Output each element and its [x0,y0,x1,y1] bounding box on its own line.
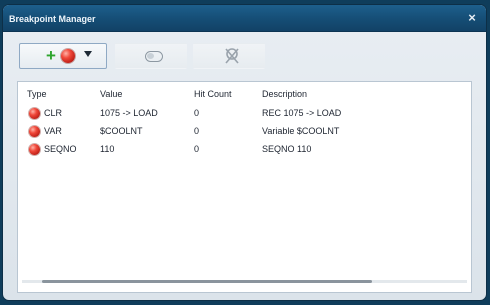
column-header-description[interactable]: Description [262,89,307,99]
add-breakpoint-button[interactable]: + [19,43,107,69]
description-cell: Variable $COOLNT [262,126,340,136]
breakpoint-icon [29,144,40,155]
delete-breakpoint-button[interactable] [193,43,265,69]
breakpoint-manager-window: Breakpoint Manager × + Type Value Hit Co… [2,4,487,301]
list-item[interactable]: SEQNO 110 0 SEQNO 110 [18,142,471,158]
plus-icon: + [46,46,56,65]
type-cell: VAR [44,126,62,136]
description-cell: REC 1075 -> LOAD [262,108,342,118]
value-cell: 1075 -> LOAD [100,108,158,118]
column-header-value[interactable]: Value [100,89,122,99]
value-cell: 110 [100,144,115,154]
title-bar: Breakpoint Manager × [3,5,486,32]
type-cell: CLR [44,108,63,118]
list-item[interactable]: CLR 1075 -> LOAD 0 REC 1075 -> LOAD [18,106,471,122]
column-header-type[interactable]: Type [27,89,47,99]
breakpoint-icon [61,49,75,63]
column-header-hit-count[interactable]: Hit Count [194,89,232,99]
window-title: Breakpoint Manager [9,14,96,24]
toggle-breakpoint-button[interactable] [115,43,187,69]
delete-icon [225,48,239,64]
toggle-icon [145,51,163,62]
breakpoint-icon [29,108,40,119]
type-cell: SEQNO [44,144,77,154]
breakpoint-icon [29,126,40,137]
list-item[interactable]: VAR $COOLNT 0 Variable $COOLNT [18,124,471,140]
close-icon[interactable]: × [464,10,480,26]
list-header: Type Value Hit Count Description [18,87,471,103]
description-cell: SEQNO 110 [262,144,312,154]
horizontal-scrollbar[interactable] [22,276,467,287]
value-cell: $COOLNT [100,126,143,136]
breakpoint-list[interactable]: Type Value Hit Count Description CLR 107… [17,81,472,293]
hit-count-cell: 0 [194,126,200,136]
chevron-down-icon[interactable] [84,51,92,57]
hit-count-cell: 0 [194,108,200,118]
hit-count-cell: 0 [194,144,200,154]
toolbar: + [13,43,473,71]
scrollbar-thumb[interactable] [42,280,372,283]
